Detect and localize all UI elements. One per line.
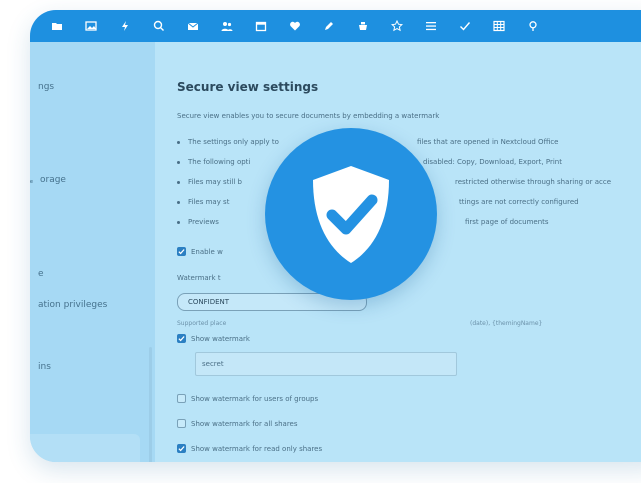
sidebar-item-label: ngs (38, 82, 55, 92)
bullet-dot (177, 200, 180, 204)
watermark-tags-input[interactable]: secret (195, 352, 457, 376)
show-watermark-groups-checkbox[interactable]: Show watermark for users of groups (177, 394, 318, 403)
checkmark-icon[interactable] (448, 10, 482, 42)
list-item: Previews (177, 218, 219, 226)
list-item: The following opti (177, 158, 250, 166)
page-title: Secure view settings (177, 80, 319, 94)
calendar-icon[interactable] (244, 10, 278, 42)
image-icon[interactable] (74, 10, 108, 42)
list-item: Files may st (177, 198, 229, 206)
list-item-continued: disabled: Copy, Download, Export, Print (423, 158, 562, 166)
app-toolbar (30, 10, 641, 42)
folder-icon[interactable] (40, 10, 74, 42)
mail-icon[interactable] (176, 10, 210, 42)
contacts-icon[interactable] (210, 10, 244, 42)
list-item-continued: ttings are not correctly configured (459, 198, 579, 206)
section-description: Secure view enables you to secure docume… (177, 112, 440, 120)
list-item-continued: restricted otherwise through sharing or … (455, 178, 612, 186)
shield-check-icon (313, 165, 389, 263)
list-item: Files may still b (177, 178, 242, 186)
checkbox-label: Enable w (191, 247, 223, 256)
sidebar-item-label: ins (38, 362, 51, 372)
checkbox-label: Show watermark for read only shares (191, 444, 323, 453)
sidebar-item-prefix: ace (30, 179, 33, 185)
list-item-continued: first page of documents (465, 218, 549, 226)
sidebar-footer (30, 434, 140, 462)
security-badge (265, 128, 437, 300)
list-item: The settings only apply to (177, 138, 279, 146)
bullet-dot (177, 180, 180, 184)
sidebar-scrollbar[interactable] (149, 347, 152, 462)
bullet-dot (177, 220, 180, 224)
settings-sidebar: ngs ace orage e es ation privileges ins (30, 42, 155, 462)
grid-icon[interactable] (482, 10, 516, 42)
heart-icon[interactable] (278, 10, 312, 42)
checkbox-label: Show watermark for all shares (191, 419, 298, 428)
checkbox-checked-icon[interactable] (177, 247, 186, 256)
checkbox-unchecked-icon[interactable] (177, 419, 186, 428)
list-icon[interactable] (414, 10, 448, 42)
star-icon[interactable] (380, 10, 414, 42)
sidebar-item-label: ation privileges (38, 300, 108, 310)
activity-icon[interactable] (108, 10, 142, 42)
placeholders-hint-continued: (date), {themingName} (470, 320, 543, 327)
location-icon[interactable] (516, 10, 550, 42)
watermark-text-label: Watermark t (177, 274, 221, 282)
placeholders-hint: Supported place (177, 320, 227, 327)
sidebar-item-label: orage (40, 175, 66, 185)
checkbox-label: Show watermark (191, 334, 250, 343)
checkbox-checked-icon[interactable] (177, 334, 186, 343)
checkbox-label: Show watermark for users of groups (191, 394, 319, 403)
bullet-dot (177, 160, 180, 164)
checkbox-checked-icon[interactable] (177, 444, 186, 453)
bullet-dot (177, 140, 180, 144)
search-icon[interactable] (142, 10, 176, 42)
checkbox-unchecked-icon[interactable] (177, 394, 186, 403)
pencil-icon[interactable] (312, 10, 346, 42)
sidebar-item-label: e (38, 269, 44, 279)
deck-icon[interactable] (346, 10, 380, 42)
show-watermark-all-shares-checkbox[interactable]: Show watermark for all shares (177, 419, 298, 428)
enable-watermark-checkbox[interactable]: Enable w (177, 247, 223, 256)
list-item-continued: files that are opened in Nextcloud Offic… (417, 138, 559, 146)
show-watermark-tags-checkbox[interactable]: Show watermark (177, 334, 250, 343)
show-watermark-read-only-checkbox[interactable]: Show watermark for read only shares (177, 444, 322, 453)
